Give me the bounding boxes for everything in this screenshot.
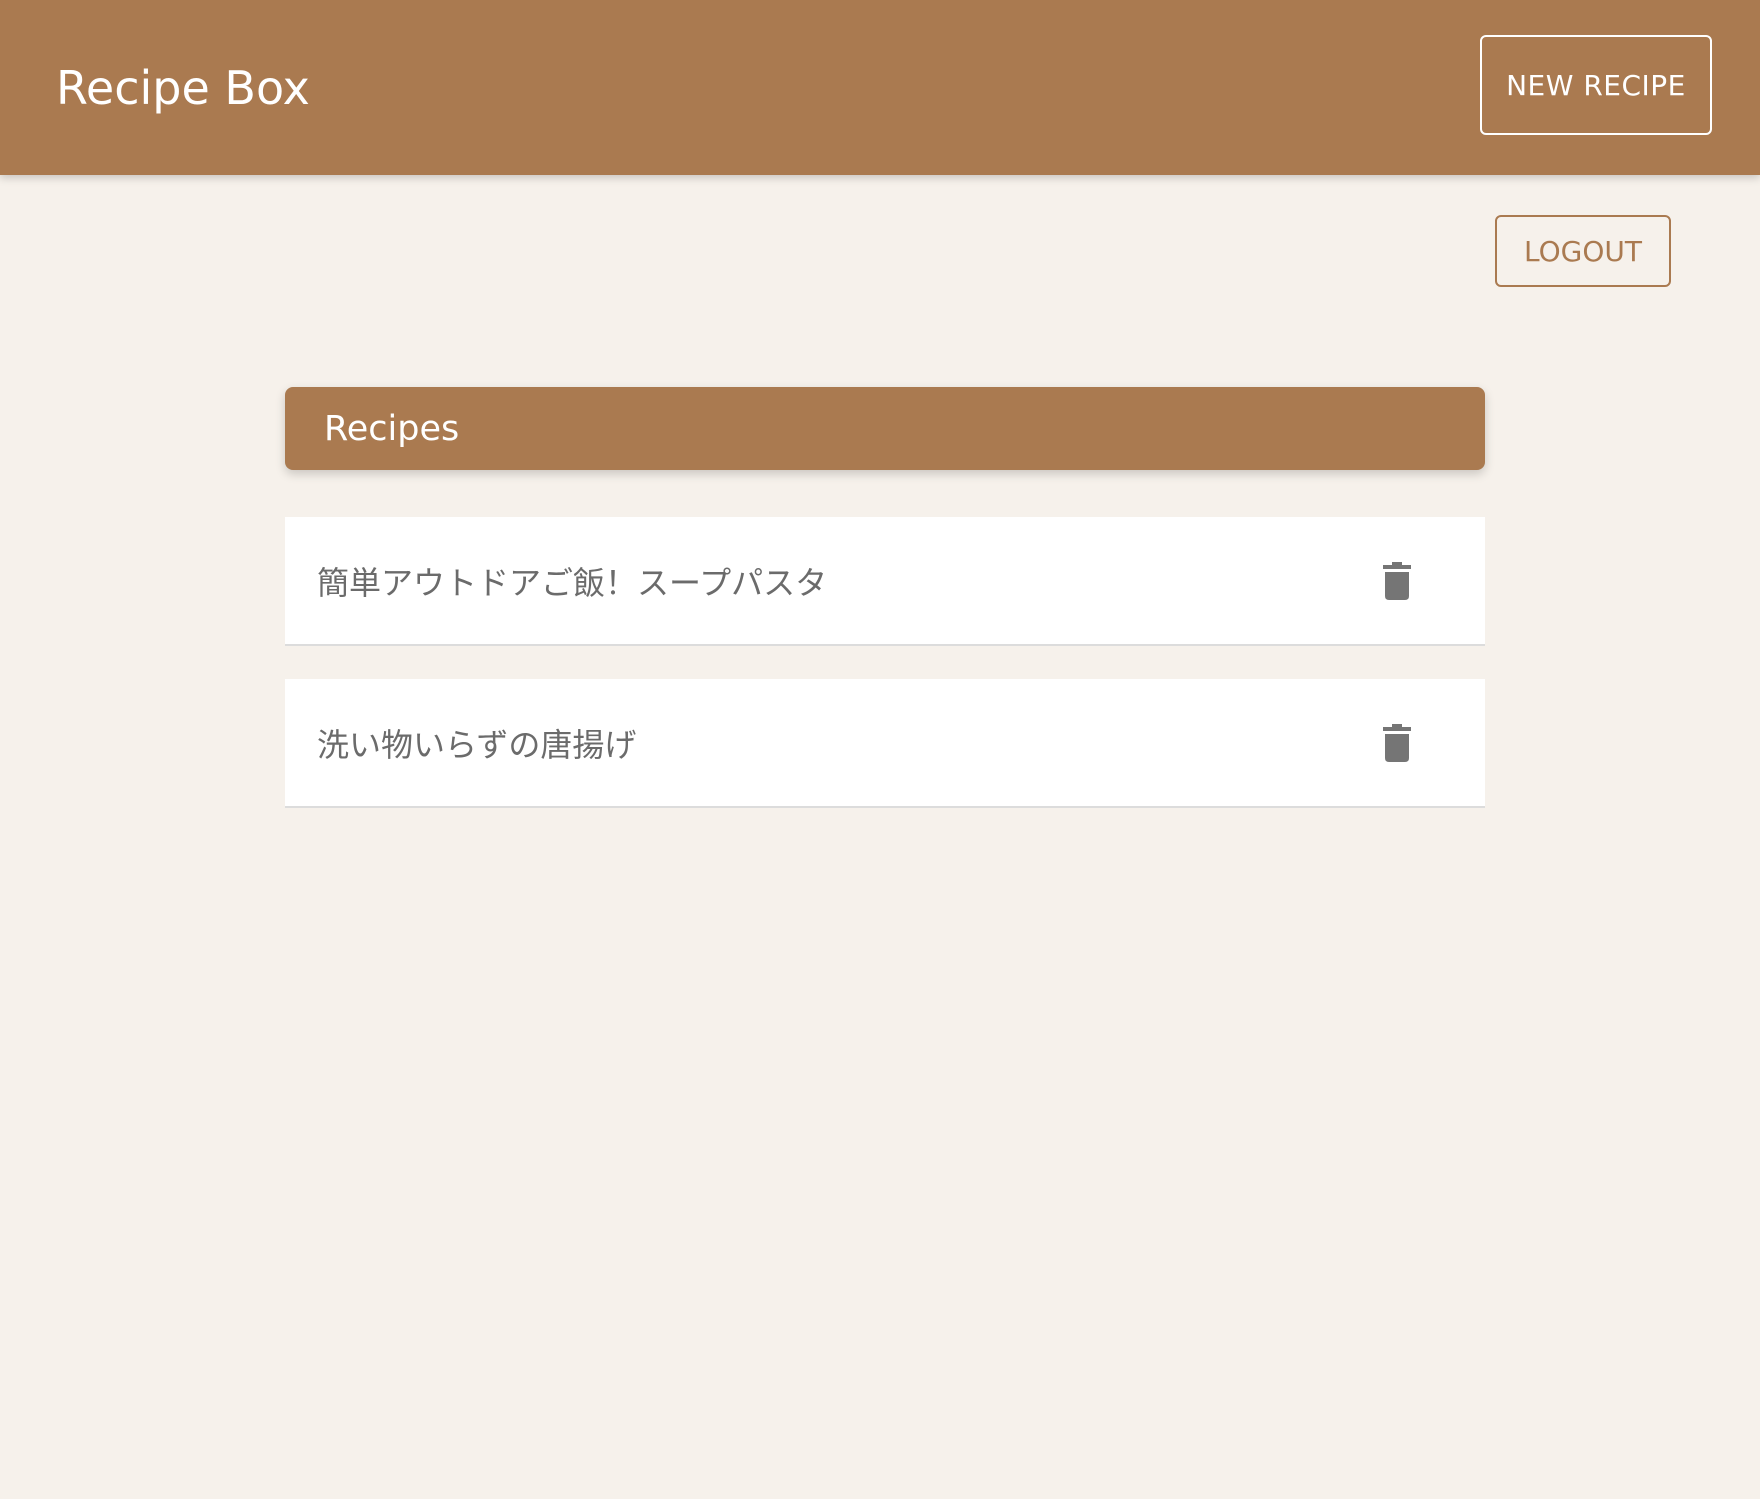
recipe-list: 簡単アウトドアご飯！スープパスタ 洗い物いらずの唐揚げ xyxy=(285,517,1485,841)
delete-recipe-button[interactable] xyxy=(1373,557,1421,605)
recipe-name[interactable]: 洗い物いらずの唐揚げ xyxy=(317,720,636,766)
app-bar: Recipe Box NEW RECIPE xyxy=(0,0,1760,175)
recipe-item[interactable]: 簡単アウトドアご飯！スープパスタ xyxy=(285,517,1485,646)
delete-recipe-button[interactable] xyxy=(1373,719,1421,767)
trash-icon xyxy=(1383,723,1411,762)
recipe-item[interactable]: 洗い物いらずの唐揚げ xyxy=(285,679,1485,808)
app-title: Recipe Box xyxy=(56,61,310,115)
recipe-name[interactable]: 簡単アウトドアご飯！スープパスタ xyxy=(317,558,827,604)
logout-button[interactable]: LOGOUT xyxy=(1495,215,1671,287)
recipes-header-title: Recipes xyxy=(324,408,460,449)
trash-icon xyxy=(1383,561,1411,600)
new-recipe-button[interactable]: NEW RECIPE xyxy=(1480,35,1712,135)
recipes-header: Recipes xyxy=(285,387,1485,470)
